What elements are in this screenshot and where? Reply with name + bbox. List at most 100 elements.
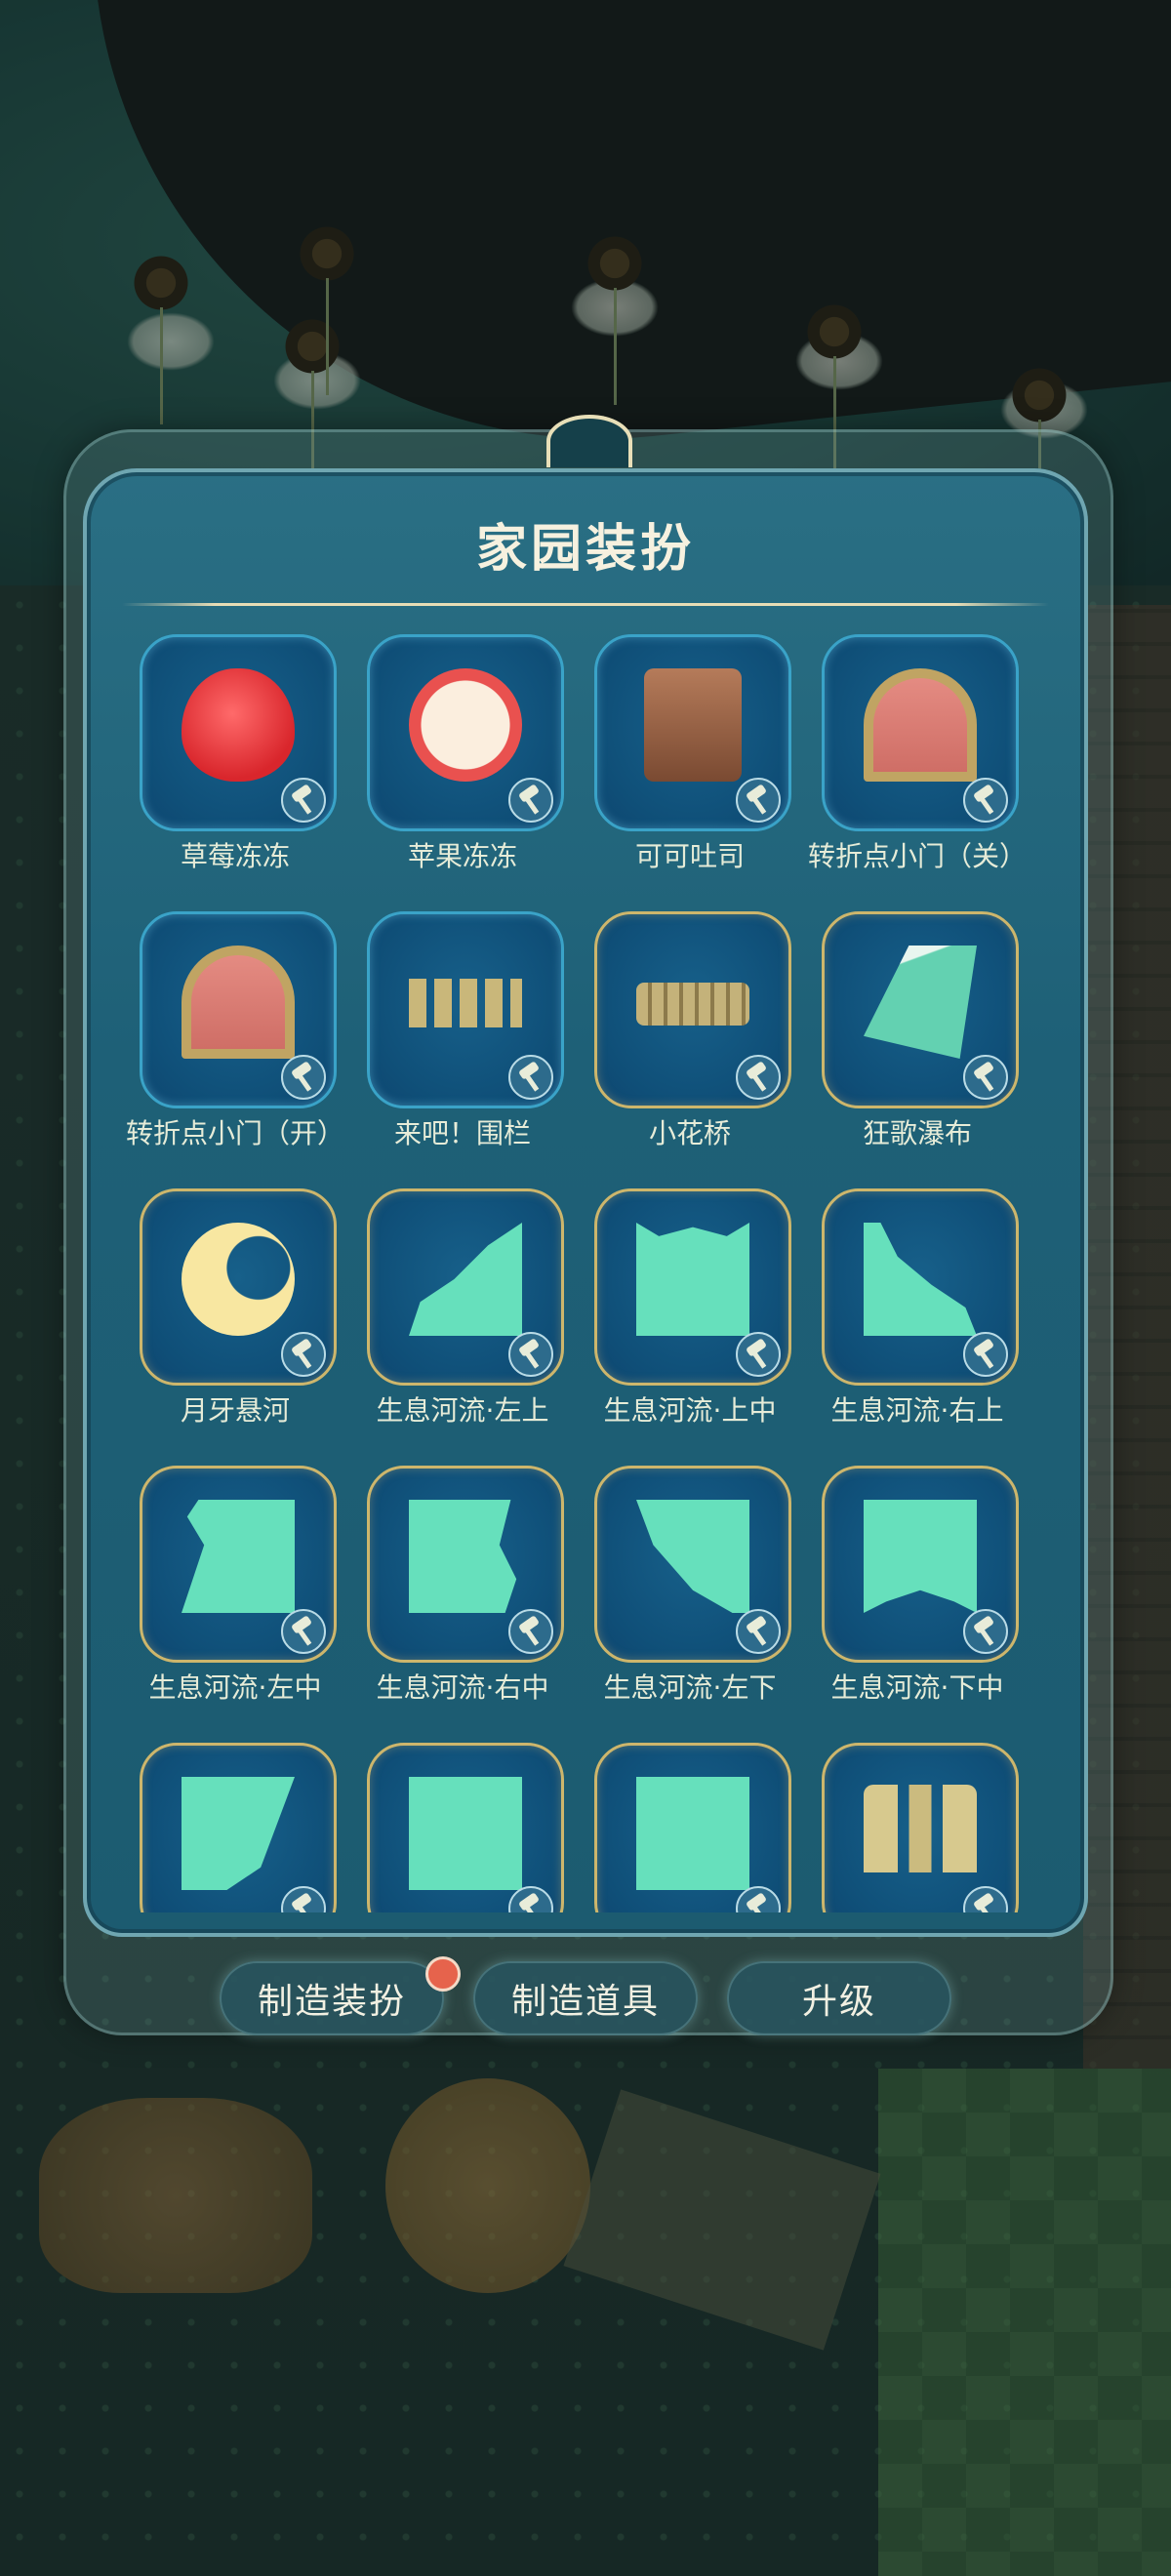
decor-item[interactable] <box>347 1743 575 1912</box>
decor-item-tile[interactable] <box>822 634 1019 831</box>
decor-item[interactable]: 生息河流·下中 <box>802 1466 1030 1743</box>
decor-item-thumbnail <box>864 1500 977 1613</box>
decor-item-label: 小花桥 <box>648 1117 731 1149</box>
hammer-icon <box>281 778 326 823</box>
craft-tools-button[interactable]: 制造道具 <box>473 1961 698 2035</box>
hammer-icon <box>508 1055 553 1100</box>
decor-item-label: 来吧！围栏 <box>393 1117 531 1149</box>
decor-item[interactable]: 生息河流·左中 <box>120 1466 347 1743</box>
decor-item-tile[interactable] <box>140 1188 337 1386</box>
decor-item[interactable]: 生息河流·上中 <box>575 1188 802 1466</box>
decor-item-label: 转折点小门（开） <box>125 1117 344 1149</box>
decor-item-label: 生息河流·右中 <box>376 1671 549 1704</box>
decor-item-tile[interactable] <box>140 1743 337 1912</box>
decor-item-thumbnail <box>182 1500 295 1613</box>
decor-item-tile[interactable] <box>367 634 564 831</box>
decor-item[interactable]: 月牙悬河 <box>120 1188 347 1466</box>
decor-item[interactable] <box>575 1743 802 1912</box>
decor-item-thumbnail <box>864 946 977 1059</box>
decor-item-thumbnail <box>409 1777 522 1890</box>
decor-item-label: 狂歌瀑布 <box>862 1117 972 1149</box>
decor-item-label: 生息河流·左下 <box>603 1671 777 1704</box>
decor-item-thumbnail <box>864 1785 977 1872</box>
decor-item-thumbnail <box>864 1223 977 1336</box>
decor-item-label: 草莓冻冻 <box>180 840 290 872</box>
hammer-icon <box>736 1055 781 1100</box>
hammer-icon <box>963 778 1008 823</box>
decor-item-tile[interactable] <box>140 634 337 831</box>
hammer-icon <box>281 1332 326 1377</box>
decor-item-thumbnail <box>636 1500 749 1613</box>
hammer-icon <box>963 1886 1008 1912</box>
hammer-icon <box>963 1055 1008 1100</box>
decor-item-tile[interactable] <box>822 1188 1019 1386</box>
moon-ornament-icon <box>546 415 632 467</box>
decor-item-tile[interactable] <box>594 1743 791 1912</box>
decor-item[interactable] <box>120 1743 347 1912</box>
upgrade-button[interactable]: 升级 <box>727 1961 951 2035</box>
decor-item-tile[interactable] <box>594 911 791 1108</box>
decor-item[interactable]: 生息河流·右上 <box>802 1188 1030 1466</box>
decor-item-thumbnail <box>636 1777 749 1890</box>
decor-item[interactable]: 苹果冻冻 <box>347 634 575 911</box>
decor-item[interactable]: 生息河流·左上 <box>347 1188 575 1466</box>
decor-item-thumbnail <box>409 979 522 1027</box>
panel-title: 家园装扮 <box>475 520 695 579</box>
hammer-icon <box>963 1332 1008 1377</box>
decor-item-thumbnail <box>182 1223 295 1336</box>
decor-item[interactable]: 小花桥 <box>575 911 802 1188</box>
decor-item-tile[interactable] <box>140 1466 337 1663</box>
decor-item-tile[interactable] <box>822 1743 1019 1912</box>
decor-item-thumbnail <box>409 1223 522 1336</box>
decor-item-tile[interactable] <box>367 1188 564 1386</box>
hammer-icon <box>281 1055 326 1100</box>
hammer-icon <box>508 778 553 823</box>
decor-item-tile[interactable] <box>594 1188 791 1386</box>
hammer-icon <box>736 1609 781 1654</box>
decor-item-label: 转折点小门（关） <box>807 840 1027 872</box>
decor-item-label: 月牙悬河 <box>180 1394 290 1427</box>
hammer-icon <box>281 1609 326 1654</box>
decor-item-tile[interactable] <box>367 911 564 1108</box>
hammer-icon <box>736 1886 781 1912</box>
decor-item-thumbnail <box>409 668 522 782</box>
decor-item-label: 生息河流·上中 <box>603 1394 777 1427</box>
decor-item[interactable]: 转折点小门（关） <box>802 634 1030 911</box>
decor-item-label: 生息河流·左上 <box>376 1394 549 1427</box>
hammer-icon <box>736 778 781 823</box>
decor-item-tile[interactable] <box>822 1466 1019 1663</box>
decor-item-thumbnail <box>636 1223 749 1336</box>
decor-item[interactable]: 生息河流·左下 <box>575 1466 802 1743</box>
decor-item-scroll-area[interactable]: 草莓冻冻 苹果冻冻 可可吐司 转折点小门（关） 转折点小门（开） 来吧！围栏 小花桥 狂歌瀑布… <box>120 634 1052 1912</box>
decor-item-label: 可可吐司 <box>634 840 745 872</box>
decor-item-label: 生息河流·右上 <box>830 1394 1004 1427</box>
decor-item-tile[interactable] <box>367 1743 564 1912</box>
decor-item-grid: 草莓冻冻 苹果冻冻 可可吐司 转折点小门（关） 转折点小门（开） 来吧！围栏 小花桥 狂歌瀑布… <box>120 634 1052 1912</box>
decor-item[interactable]: 转折点小门（开） <box>120 911 347 1188</box>
decor-item[interactable]: 可可吐司 <box>575 634 802 911</box>
decor-item-label: 生息河流·左中 <box>148 1671 322 1704</box>
decor-item[interactable] <box>802 1743 1030 1912</box>
decor-item-thumbnail <box>409 1500 517 1613</box>
decor-item[interactable]: 生息河流·右中 <box>347 1466 575 1743</box>
decor-item-tile[interactable] <box>367 1466 564 1663</box>
hammer-icon <box>736 1332 781 1377</box>
decor-item-tile[interactable] <box>594 1466 791 1663</box>
hammer-icon <box>508 1886 553 1912</box>
decor-item[interactable]: 草莓冻冻 <box>120 634 347 911</box>
decor-item-label: 生息河流·下中 <box>830 1671 1004 1704</box>
hammer-icon <box>508 1609 553 1654</box>
decor-item[interactable]: 来吧！围栏 <box>347 911 575 1188</box>
title-divider <box>122 603 1049 606</box>
decor-item-thumbnail <box>182 1777 295 1890</box>
decor-item[interactable]: 狂歌瀑布 <box>802 911 1030 1188</box>
notification-dot <box>425 1956 461 1992</box>
decor-item-tile[interactable] <box>140 911 337 1108</box>
decor-item-label: 苹果冻冻 <box>407 840 517 872</box>
craft-decor-button[interactable]: 制造装扮 <box>220 1961 444 2035</box>
decor-item-tile[interactable] <box>822 911 1019 1108</box>
decor-item-thumbnail <box>182 946 295 1059</box>
hammer-icon <box>963 1609 1008 1654</box>
hammer-icon <box>508 1332 553 1377</box>
decor-item-tile[interactable] <box>594 634 791 831</box>
